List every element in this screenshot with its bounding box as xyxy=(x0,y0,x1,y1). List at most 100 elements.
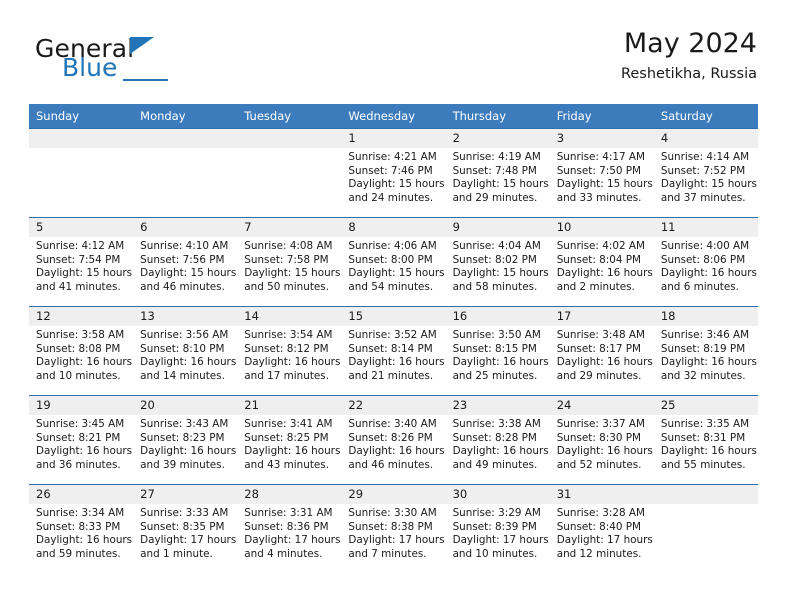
sun-info-line: Sunrise: 3:46 AM xyxy=(660,329,750,341)
calendar-week-row: 26 Sunrise: 3:34 AM Sunset: 8:33 PM Dayligh… xyxy=(29,484,758,573)
sun-info-line: Daylight: 17 hours xyxy=(556,534,653,547)
sun-info-line: Sunset: 8:08 PM xyxy=(36,342,121,355)
day-sun-info: Sunrise: 3:35 AM Sunset: 8:31 PM Daylight:… xyxy=(654,415,758,472)
sun-info-line: Daylight: 16 hours xyxy=(348,445,445,458)
day-cell-inner: 29 Sunrise: 3:30 AM Sunset: 8:38 PM Dayligh… xyxy=(341,484,446,573)
calendar-day-cell[interactable]: 7 Sunrise: 4:08 AM Sunset: 7:58 PM Daylight… xyxy=(237,217,342,306)
sun-info-line: and 29 minutes. xyxy=(452,191,538,204)
calendar-day-cell[interactable]: 5 Sunrise: 4:12 AM Sunset: 7:54 PM Daylight… xyxy=(29,217,134,306)
calendar-day-cell[interactable]: 8 Sunrise: 4:06 AM Sunset: 8:00 PM Daylight… xyxy=(341,217,446,306)
day-cell-inner: 13 Sunrise: 3:56 AM Sunset: 8:10 PM Dayligh… xyxy=(133,306,238,395)
day-number: 13 xyxy=(133,307,238,326)
calendar-day-cell[interactable]: 2 Sunrise: 4:19 AM Sunset: 7:48 PM Daylight… xyxy=(445,128,550,217)
calendar-day-cell[interactable]: 16 Sunrise: 3:50 AM Sunset: 8:15 PM Dayligh… xyxy=(445,306,550,395)
day-cell-inner: 14 Sunrise: 3:54 AM Sunset: 8:12 PM Dayligh… xyxy=(237,306,342,395)
calendar-day-cell[interactable]: 6 Sunrise: 4:10 AM Sunset: 7:56 PM Daylight… xyxy=(133,217,238,306)
day-cell-inner: 1 Sunrise: 4:21 AM Sunset: 7:46 PM Daylight… xyxy=(341,128,446,217)
day-number xyxy=(29,129,134,148)
calendar-day-cell[interactable]: 13 Sunrise: 3:56 AM Sunset: 8:10 PM Dayligh… xyxy=(133,306,238,395)
calendar-day-cell[interactable]: 18 Sunrise: 3:46 AM Sunset: 8:19 PM Dayligh… xyxy=(653,306,758,395)
sun-info-line: Sunrise: 4:10 AM xyxy=(140,240,229,252)
day-cell-inner: 17 Sunrise: 3:48 AM Sunset: 8:17 PM Dayligh… xyxy=(549,306,654,395)
sun-info-line: and 12 minutes. xyxy=(556,547,642,560)
day-cell-inner xyxy=(29,128,134,217)
day-number: 2 xyxy=(445,129,550,148)
calendar-day-cell[interactable]: 15 Sunrise: 3:52 AM Sunset: 8:14 PM Dayligh… xyxy=(341,306,446,395)
day-cell-inner: 11 Sunrise: 4:00 AM Sunset: 8:06 PM Dayligh… xyxy=(653,217,758,306)
sun-info-line: Sunrise: 4:14 AM xyxy=(660,151,750,163)
sun-info-line: Sunset: 8:02 PM xyxy=(452,253,537,266)
day-sun-info: Sunrise: 4:14 AM Sunset: 7:52 PM Daylight:… xyxy=(654,148,758,205)
sun-info-line: Sunset: 8:33 PM xyxy=(36,520,121,533)
calendar-day-cell[interactable]: 11 Sunrise: 4:00 AM Sunset: 8:06 PM Dayligh… xyxy=(653,217,758,306)
day-number: 5 xyxy=(29,218,134,237)
day-number: 27 xyxy=(133,485,238,504)
calendar-day-cell[interactable]: 19 Sunrise: 3:45 AM Sunset: 8:21 PM Dayligh… xyxy=(29,395,134,484)
sun-info-line: Sunrise: 4:06 AM xyxy=(348,240,437,252)
sun-info-line: Sunrise: 4:08 AM xyxy=(244,240,333,252)
calendar-day-cell[interactable]: 26 Sunrise: 3:34 AM Sunset: 8:33 PM Dayligh… xyxy=(29,484,134,573)
sun-info-line: Sunrise: 4:12 AM xyxy=(36,240,125,252)
sun-info-line: Daylight: 16 hours xyxy=(452,356,549,369)
calendar-day-cell[interactable]: 17 Sunrise: 3:48 AM Sunset: 8:17 PM Dayligh… xyxy=(549,306,654,395)
calendar-grid: Sunday Monday Tuesday Wednesday Thursday Frid… xyxy=(29,104,758,573)
day-sun-info: Sunrise: 3:41 AM Sunset: 8:25 PM Daylight:… xyxy=(237,415,341,472)
sun-info-line: and 1 minute. xyxy=(140,547,213,560)
calendar-day-cell[interactable]: 29 Sunrise: 3:30 AM Sunset: 8:38 PM Dayligh… xyxy=(341,484,446,573)
calendar-day-cell[interactable]: 23 Sunrise: 3:38 AM Sunset: 8:28 PM Dayligh… xyxy=(445,395,550,484)
sun-info-line: Daylight: 15 hours xyxy=(36,267,133,280)
calendar-day-cell[interactable]: 10 Sunrise: 4:02 AM Sunset: 8:04 PM Dayligh… xyxy=(549,217,654,306)
day-cell-inner: 4 Sunrise: 4:14 AM Sunset: 7:52 PM Daylight… xyxy=(653,128,758,217)
calendar-day-cell[interactable]: 28 Sunrise: 3:31 AM Sunset: 8:36 PM Dayligh… xyxy=(237,484,342,573)
sun-info-line: Sunrise: 4:00 AM xyxy=(660,240,750,252)
day-cell-inner: 20 Sunrise: 3:43 AM Sunset: 8:23 PM Dayligh… xyxy=(133,395,238,484)
day-cell-inner: 21 Sunrise: 3:41 AM Sunset: 8:25 PM Dayligh… xyxy=(237,395,342,484)
calendar-day-cell[interactable]: 30 Sunrise: 3:29 AM Sunset: 8:39 PM Dayligh… xyxy=(445,484,550,573)
day-number: 29 xyxy=(341,485,446,504)
day-number: 8 xyxy=(341,218,446,237)
day-cell-inner: 22 Sunrise: 3:40 AM Sunset: 8:26 PM Dayligh… xyxy=(341,395,446,484)
calendar-table: Sunday Monday Tuesday Wednesday Thursday Frid… xyxy=(29,104,758,573)
sun-info-line: Daylight: 16 hours xyxy=(140,356,237,369)
calendar-day-cell[interactable]: 9 Sunrise: 4:04 AM Sunset: 8:02 PM Daylight… xyxy=(445,217,550,306)
calendar-day-cell[interactable]: 31 Sunrise: 3:28 AM Sunset: 8:40 PM Dayligh… xyxy=(549,484,654,573)
page-title: May 2024 xyxy=(623,28,757,59)
day-sun-info: Sunrise: 4:12 AM Sunset: 7:54 PM Daylight:… xyxy=(29,237,133,294)
day-number: 12 xyxy=(29,307,134,326)
calendar-day-cell[interactable]: 20 Sunrise: 3:43 AM Sunset: 8:23 PM Dayligh… xyxy=(133,395,238,484)
location-subtitle: Reshetikha, Russia xyxy=(620,66,757,82)
calendar-day-cell[interactable]: 4 Sunrise: 4:14 AM Sunset: 7:52 PM Daylight… xyxy=(653,128,758,217)
day-sun-info: Sunrise: 4:06 AM Sunset: 8:00 PM Daylight:… xyxy=(341,237,445,294)
day-sun-info: Sunrise: 3:52 AM Sunset: 8:14 PM Daylight:… xyxy=(341,326,445,383)
brand-logo[interactable]: General Blue xyxy=(35,34,215,90)
calendar-day-cell[interactable]: 22 Sunrise: 3:40 AM Sunset: 8:26 PM Dayligh… xyxy=(341,395,446,484)
calendar-day-cell[interactable]: 14 Sunrise: 3:54 AM Sunset: 8:12 PM Dayligh… xyxy=(237,306,342,395)
day-sun-info: Sunrise: 3:31 AM Sunset: 8:36 PM Daylight:… xyxy=(237,504,341,561)
sun-info-line: Daylight: 17 hours xyxy=(348,534,445,547)
calendar-day-cell[interactable]: 3 Sunrise: 4:17 AM Sunset: 7:50 PM Daylight… xyxy=(549,128,654,217)
calendar-day-cell[interactable]: 12 Sunrise: 3:58 AM Sunset: 8:08 PM Dayligh… xyxy=(29,306,134,395)
calendar-body: 1 Sunrise: 4:21 AM Sunset: 7:46 PM Daylight… xyxy=(29,128,758,573)
calendar-day-cell[interactable]: 27 Sunrise: 3:33 AM Sunset: 8:35 PM Dayligh… xyxy=(133,484,238,573)
calendar-day-cell[interactable]: 1 Sunrise: 4:21 AM Sunset: 7:46 PM Daylight… xyxy=(341,128,446,217)
sun-info-line: Sunrise: 3:33 AM xyxy=(140,507,229,519)
day-sun-info: Sunrise: 3:40 AM Sunset: 8:26 PM Daylight:… xyxy=(341,415,445,472)
day-cell-inner: 24 Sunrise: 3:37 AM Sunset: 8:30 PM Dayligh… xyxy=(549,395,654,484)
calendar-day-cell[interactable]: 21 Sunrise: 3:41 AM Sunset: 8:25 PM Dayligh… xyxy=(237,395,342,484)
sun-info-line: and 10 minutes. xyxy=(36,369,121,382)
day-number: 9 xyxy=(445,218,550,237)
sun-info-line: Sunset: 8:25 PM xyxy=(244,431,329,444)
day-sun-info: Sunrise: 4:21 AM Sunset: 7:46 PM Daylight:… xyxy=(341,148,445,205)
sun-info-line: Sunrise: 3:38 AM xyxy=(452,418,541,430)
calendar-day-cell[interactable]: 24 Sunrise: 3:37 AM Sunset: 8:30 PM Dayligh… xyxy=(549,395,654,484)
calendar-week-row: 5 Sunrise: 4:12 AM Sunset: 7:54 PM Daylight… xyxy=(29,217,758,306)
day-cell-inner: 15 Sunrise: 3:52 AM Sunset: 8:14 PM Dayligh… xyxy=(341,306,446,395)
sun-info-line: Daylight: 15 hours xyxy=(452,267,549,280)
day-sun-info: Sunrise: 4:10 AM Sunset: 7:56 PM Daylight:… xyxy=(133,237,237,294)
sun-info-line: Daylight: 16 hours xyxy=(140,445,237,458)
sun-info-line: and 33 minutes. xyxy=(556,191,642,204)
day-cell-inner: 3 Sunrise: 4:17 AM Sunset: 7:50 PM Daylight… xyxy=(549,128,654,217)
day-cell-inner: 25 Sunrise: 3:35 AM Sunset: 8:31 PM Dayligh… xyxy=(653,395,758,484)
day-sun-info: Sunrise: 3:50 AM Sunset: 8:15 PM Daylight:… xyxy=(446,326,550,383)
calendar-day-cell[interactable]: 25 Sunrise: 3:35 AM Sunset: 8:31 PM Dayligh… xyxy=(653,395,758,484)
